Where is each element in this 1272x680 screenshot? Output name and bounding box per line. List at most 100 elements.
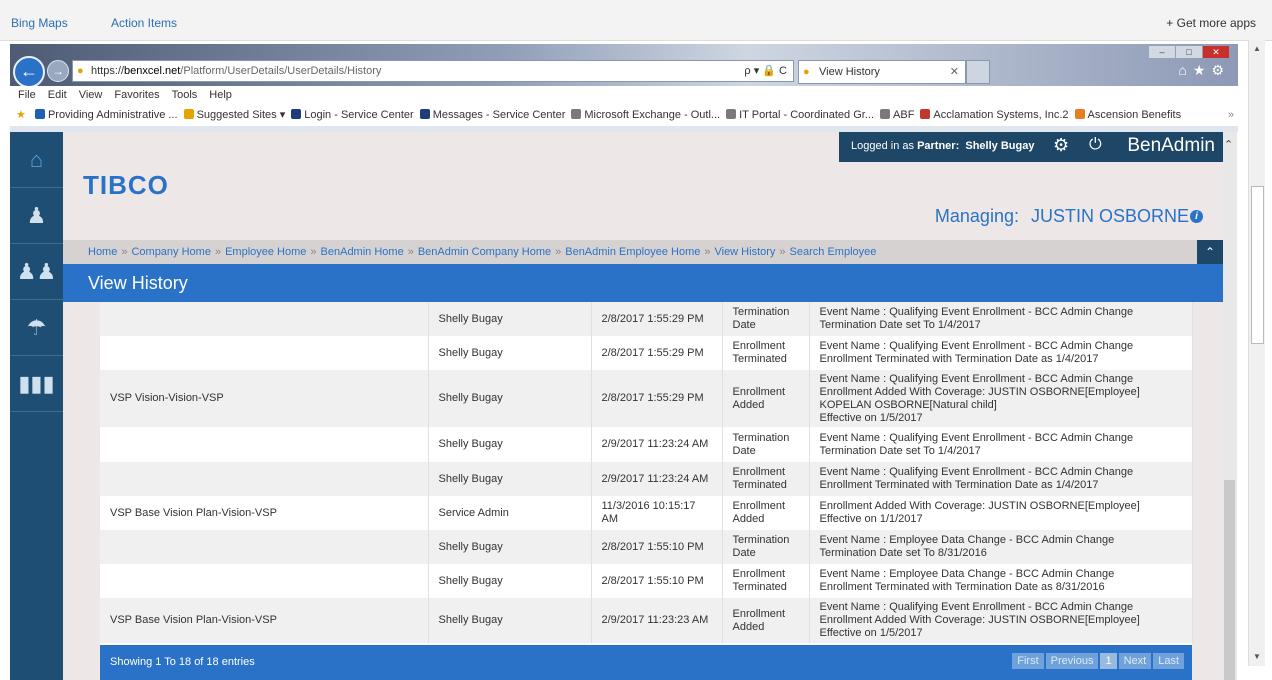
add-favorites-icon[interactable]: ★ — [16, 104, 26, 126]
description-line: Event Name : Employee Data Change - BCC … — [819, 534, 1115, 546]
menu-edit[interactable]: Edit — [48, 89, 67, 101]
benefits-icon: ☂ — [26, 315, 47, 340]
history-table-wrapper: Shelly Bugay 2/8/2017 1:55:29 PM Terminati… — [100, 302, 1193, 680]
menu-tools[interactable]: Tools — [172, 89, 198, 101]
address-url: https://benxcel.net/Platform/UserDetails… — [91, 61, 381, 81]
favorite-item[interactable]: Ascension Benefits — [1074, 104, 1182, 126]
pager-first[interactable]: First — [1012, 653, 1044, 669]
table-row: VSP Base Vision Plan-Vision-VSP Service A… — [100, 496, 1193, 530]
breadcrumb-link[interactable]: Company Home — [131, 246, 210, 258]
address-tools[interactable]: ρ ▾ 🔒 C — [744, 61, 787, 81]
breadcrumb-link[interactable]: Home — [88, 246, 117, 258]
url-host: benxcel.net — [124, 65, 181, 77]
site-icon: ● — [77, 65, 84, 77]
page-scroll-thumb[interactable] — [1251, 186, 1264, 344]
plan-cell — [100, 530, 429, 564]
description-line: Event Name : Qualifying Event Enrollment… — [819, 431, 1134, 444]
table-row: Shelly Bugay 2/8/2017 1:55:29 PM Enrollmen… — [100, 336, 1193, 370]
maximize-icon[interactable]: □ — [1176, 46, 1202, 58]
favorite-item[interactable]: Acclamation Systems, Inc.2 — [920, 104, 1069, 126]
pager-previous[interactable]: Previous — [1045, 653, 1099, 669]
collapse-chevron-icon[interactable]: ⌃ — [1197, 240, 1223, 264]
breadcrumb-link[interactable]: Employee Home — [225, 246, 306, 258]
pager-next[interactable]: Next — [1118, 653, 1152, 669]
date-cell: 2/9/2017 11:23:24 AM — [591, 427, 723, 462]
tab-close-icon[interactable]: ✕ — [950, 61, 959, 83]
page-scroll-down-icon[interactable]: ▼ — [1252, 652, 1262, 662]
favorite-item[interactable]: ABF — [880, 104, 914, 126]
description-line: Effective on 1/1/2017 — [819, 513, 923, 525]
browser-chrome: ← → ● https://benxcel.net/Platform/UserD… — [10, 44, 1238, 132]
plan-cell — [100, 427, 429, 462]
bing-maps-link[interactable]: Bing Maps — [11, 16, 68, 30]
pager-1[interactable]: 1 — [1100, 653, 1117, 669]
settings-icon[interactable]: ⚙ — [1053, 135, 1069, 156]
favorite-icon — [183, 109, 194, 119]
pager-last[interactable]: Last — [1153, 653, 1184, 669]
managing-name[interactable]: JUSTIN OSBORNE — [1031, 206, 1189, 226]
company-logo: TIBCO — [83, 170, 169, 200]
sidebar-home[interactable]: ⌂ — [10, 132, 63, 188]
close-window-icon[interactable]: ✕ — [1203, 46, 1229, 58]
content-scroll-thumb[interactable] — [1224, 480, 1235, 680]
info-icon[interactable]: i — [1190, 210, 1203, 223]
breadcrumb-link[interactable]: BenAdmin Employee Home — [565, 246, 700, 258]
favorites-star-icon[interactable]: ★ — [1193, 62, 1212, 78]
favorite-icon — [571, 109, 582, 119]
new-tab-button[interactable] — [966, 60, 990, 84]
favorite-item[interactable]: Providing Administrative ... — [34, 104, 178, 126]
favorites-overflow-icon[interactable]: » — [1228, 104, 1234, 126]
address-bar[interactable]: ● https://benxcel.net/Platform/UserDetai… — [72, 60, 794, 82]
table-footer: Showing 1 To 18 of 18 entries First Previ… — [100, 645, 1192, 680]
breadcrumb-link[interactable]: BenAdmin Company Home — [418, 246, 551, 258]
sidebar-users[interactable]: ♟♟ — [10, 244, 63, 300]
scroll-up-chevron-icon[interactable]: ⌃ — [1224, 138, 1233, 151]
menu-favorites[interactable]: Favorites — [114, 89, 159, 101]
favorite-item[interactable]: Messages - Service Center — [419, 104, 565, 126]
menu-view[interactable]: View — [79, 89, 103, 101]
favorite-label: Ascension Benefits — [1087, 109, 1182, 121]
content-scrollbar[interactable]: ⌃ — [1223, 132, 1237, 680]
breadcrumb-separator: » — [310, 246, 317, 258]
favorite-item[interactable]: Suggested Sites ▾ — [183, 104, 286, 126]
breadcrumb-link[interactable]: BenAdmin Home — [321, 246, 404, 258]
date-cell: 11/3/2016 10:15:17 AM — [591, 496, 723, 530]
power-icon[interactable]: ⏻ — [1089, 136, 1102, 154]
favorite-item[interactable]: IT Portal - Coordinated Gr... — [726, 104, 874, 126]
description-cell: Event Name : Qualifying Event Enrollment… — [809, 598, 1193, 643]
favorite-label: Providing Administrative ... — [47, 109, 178, 121]
table-row: Shelly Bugay 2/9/2017 11:23:24 AM Terminat… — [100, 427, 1193, 462]
sidebar-reports[interactable]: ▮▮▮ — [10, 356, 63, 412]
page-scroll-up-icon[interactable]: ▲ — [1252, 44, 1262, 54]
breadcrumb-link[interactable]: Search Employee — [790, 246, 877, 258]
back-arrow-icon[interactable]: ← — [13, 56, 45, 88]
home-browser-icon[interactable]: ⌂ — [1178, 62, 1192, 78]
breadcrumb-link[interactable]: View History — [714, 246, 775, 258]
user-cell: Shelly Bugay — [428, 302, 592, 336]
favorite-item[interactable]: Login - Service Center — [291, 104, 414, 126]
action-line: Date — [732, 444, 756, 457]
user-cell: Shelly Bugay — [428, 336, 592, 370]
minimize-icon[interactable]: – — [1149, 46, 1175, 58]
description-cell: Event Name : Qualifying Event Enrollment… — [809, 462, 1193, 496]
sidebar-user[interactable]: ♟ — [10, 188, 63, 244]
user-cell: Shelly Bugay — [428, 564, 592, 598]
action-cell: Termination Date — [722, 530, 810, 564]
favorite-icon — [34, 109, 45, 119]
menu-file[interactable]: File — [18, 89, 36, 101]
page-scrollbar[interactable]: ▲ ▼ — [1248, 40, 1265, 666]
description-line: KOPELAN OSBORNE[Natural child] — [819, 398, 997, 411]
action-line: Terminated — [732, 353, 787, 365]
forward-arrow-icon[interactable]: → — [47, 60, 69, 82]
entries-info: Showing 1 To 18 of 18 entries — [110, 656, 255, 668]
browser-tab[interactable]: ● View History ✕ — [798, 60, 966, 84]
favorite-label: Suggested Sites ▾ — [196, 109, 286, 121]
plan-cell — [100, 564, 429, 598]
settings-gear-icon[interactable]: ⚙ — [1211, 62, 1230, 78]
menu-help[interactable]: Help — [209, 89, 232, 101]
get-more-apps-link[interactable]: + Get more apps — [1166, 16, 1256, 30]
favorites-bar: ★ Providing Administrative ... Suggested … — [10, 104, 1238, 126]
sidebar-benefits[interactable]: ☂ — [10, 300, 63, 356]
favorite-item[interactable]: Microsoft Exchange - Outl... — [571, 104, 720, 126]
action-items-link[interactable]: Action Items — [111, 16, 177, 30]
